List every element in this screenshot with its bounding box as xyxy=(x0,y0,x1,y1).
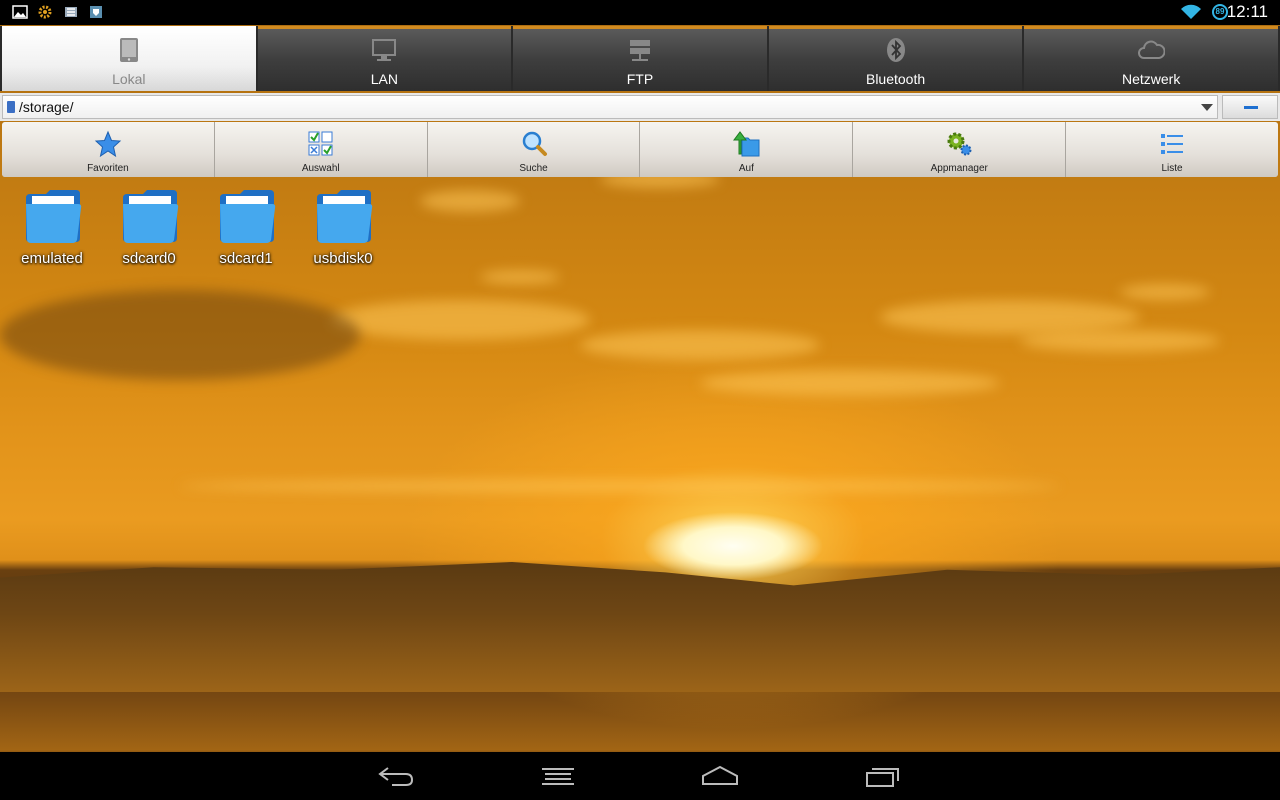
bluetooth-icon xyxy=(886,38,905,62)
gallery-icon xyxy=(12,5,28,19)
shield-icon xyxy=(90,6,102,18)
app-icon xyxy=(65,7,77,17)
magnifier-icon xyxy=(522,131,547,156)
tab-label: Bluetooth xyxy=(865,71,926,87)
wifi-icon xyxy=(1181,4,1201,19)
toolbar-label: Favoriten xyxy=(87,163,129,174)
tab-netzwerk[interactable]: Netzwerk xyxy=(1024,26,1278,91)
battery-indicator: 89 xyxy=(1212,4,1228,20)
tab-label: Lokal xyxy=(112,71,146,87)
toolbar-label: Auswahl xyxy=(301,163,340,174)
folder-name: sdcard1 xyxy=(219,250,273,267)
up-button[interactable]: Auf xyxy=(640,122,854,177)
navigation-bar xyxy=(0,752,1280,800)
toolbar-label: Liste xyxy=(1161,163,1183,174)
folder-up-icon xyxy=(733,131,760,157)
collapse-button[interactable] xyxy=(1222,95,1278,119)
action-toolbar: Favoriten Auswahl Suche Auf Appmanager L… xyxy=(2,122,1278,177)
location-tabs: Lokal LAN FTP Bluetooth Netzwerk xyxy=(0,26,1280,91)
favorites-button[interactable]: Favoriten xyxy=(2,122,215,177)
checklist-grid-icon xyxy=(308,131,333,156)
path-dropdown[interactable]: /storage/ xyxy=(2,95,1218,119)
tablet-icon xyxy=(119,38,138,62)
search-button[interactable]: Suche xyxy=(427,122,641,177)
tab-ftp[interactable]: FTP xyxy=(513,26,767,91)
toolbar-label: Auf xyxy=(738,163,754,174)
folder-icon xyxy=(220,190,276,243)
folder-name: emulated xyxy=(21,250,83,267)
recent-apps-icon[interactable] xyxy=(862,764,902,788)
selection-button[interactable]: Auswahl xyxy=(214,122,428,177)
clock: 12:11 xyxy=(1226,2,1268,21)
tab-label: LAN xyxy=(370,71,398,87)
app-manager-button[interactable]: Appmanager xyxy=(853,122,1067,177)
folder-item[interactable]: emulated xyxy=(4,186,100,276)
folder-name: usbdisk0 xyxy=(313,250,373,267)
toolbar-label: Suche xyxy=(519,163,548,174)
minus-icon xyxy=(1244,106,1258,109)
tab-label: FTP xyxy=(626,71,654,87)
settings-icon xyxy=(38,5,52,19)
home-icon[interactable] xyxy=(700,764,740,788)
star-icon xyxy=(94,130,122,158)
folder-item[interactable]: sdcard0 xyxy=(101,186,197,276)
tab-lan[interactable]: LAN xyxy=(257,26,512,91)
cloud-icon xyxy=(1138,40,1166,59)
folder-icon xyxy=(26,190,82,243)
tab-lokal[interactable]: Lokal xyxy=(2,26,256,91)
chevron-down-icon xyxy=(1201,104,1213,111)
folder-icon xyxy=(317,190,373,243)
menu-icon[interactable] xyxy=(538,764,578,788)
folder-icon xyxy=(123,190,179,243)
status-bar: 89 12:11 xyxy=(0,0,1280,25)
monitor-icon xyxy=(372,39,397,61)
ftp-server-icon xyxy=(629,40,650,61)
list-view-icon xyxy=(1161,134,1184,154)
toolbar-label: Appmanager xyxy=(930,163,988,174)
current-path: /storage/ xyxy=(19,99,74,115)
tab-label: Netzwerk xyxy=(1121,71,1181,87)
folder-name: sdcard0 xyxy=(122,250,176,267)
path-bar: /storage/ xyxy=(0,93,1280,121)
gears-icon xyxy=(947,132,972,156)
list-view-button[interactable]: Liste xyxy=(1066,122,1278,177)
storage-icon xyxy=(7,101,15,113)
tab-bluetooth[interactable]: Bluetooth xyxy=(768,26,1023,91)
folder-item[interactable]: usbdisk0 xyxy=(295,186,391,276)
back-icon[interactable] xyxy=(376,764,416,788)
folder-item[interactable]: sdcard1 xyxy=(198,186,294,276)
